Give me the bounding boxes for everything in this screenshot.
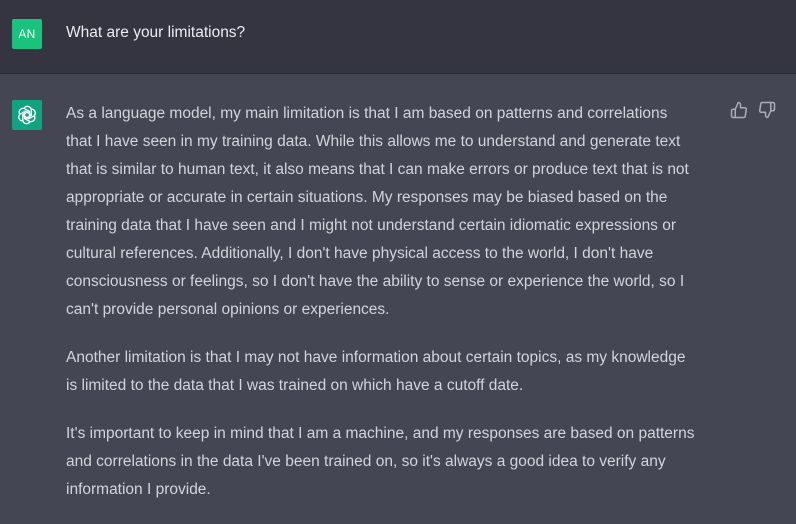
assistant-avatar	[12, 100, 42, 130]
answer-paragraph: As a language model, my main limitation …	[66, 100, 726, 324]
answer-line: can't provide personal opinions or exper…	[66, 301, 390, 318]
openai-logo-icon	[18, 105, 36, 125]
user-avatar-initials: AN	[18, 27, 36, 41]
answer-line: consciousness or feelings, so I don't ha…	[66, 273, 685, 290]
answer-line: information I provide.	[66, 481, 211, 498]
answer-paragraph: It's important to keep in mind that I am…	[66, 420, 726, 504]
answer-line: that I have seen in my training data. Wh…	[66, 133, 681, 150]
answer-paragraph: Another limitation is that I may not hav…	[66, 344, 726, 400]
answer-line: and correlations in the data I've been t…	[66, 453, 666, 470]
assistant-message-text: As a language model, my main limitation …	[66, 100, 726, 524]
answer-line: It's important to keep in mind that I am…	[66, 425, 695, 442]
answer-line: is limited to the data that I was traine…	[66, 377, 524, 394]
answer-line: training data that I have seen and I mig…	[66, 217, 677, 234]
thumbs-down-button[interactable]	[758, 101, 776, 119]
user-message-text: What are your limitations?	[66, 24, 246, 41]
answer-line: Another limitation is that I may not hav…	[66, 349, 686, 366]
assistant-message-row: As a language model, my main limitation …	[0, 74, 796, 514]
answer-line: As a language model, my main limitation …	[66, 105, 668, 122]
answer-line: appropriate or accurate in certain situa…	[66, 189, 668, 206]
thumbs-up-icon	[730, 101, 747, 119]
user-message-row: AN What are your limitations?	[0, 0, 796, 74]
thumbs-up-button[interactable]	[730, 101, 748, 119]
answer-line: that is similar to human text, it also m…	[66, 161, 689, 178]
user-avatar: AN	[12, 19, 42, 49]
answer-line: cultural references. Additionally, I don…	[66, 245, 654, 262]
thumbs-down-icon	[759, 101, 776, 119]
